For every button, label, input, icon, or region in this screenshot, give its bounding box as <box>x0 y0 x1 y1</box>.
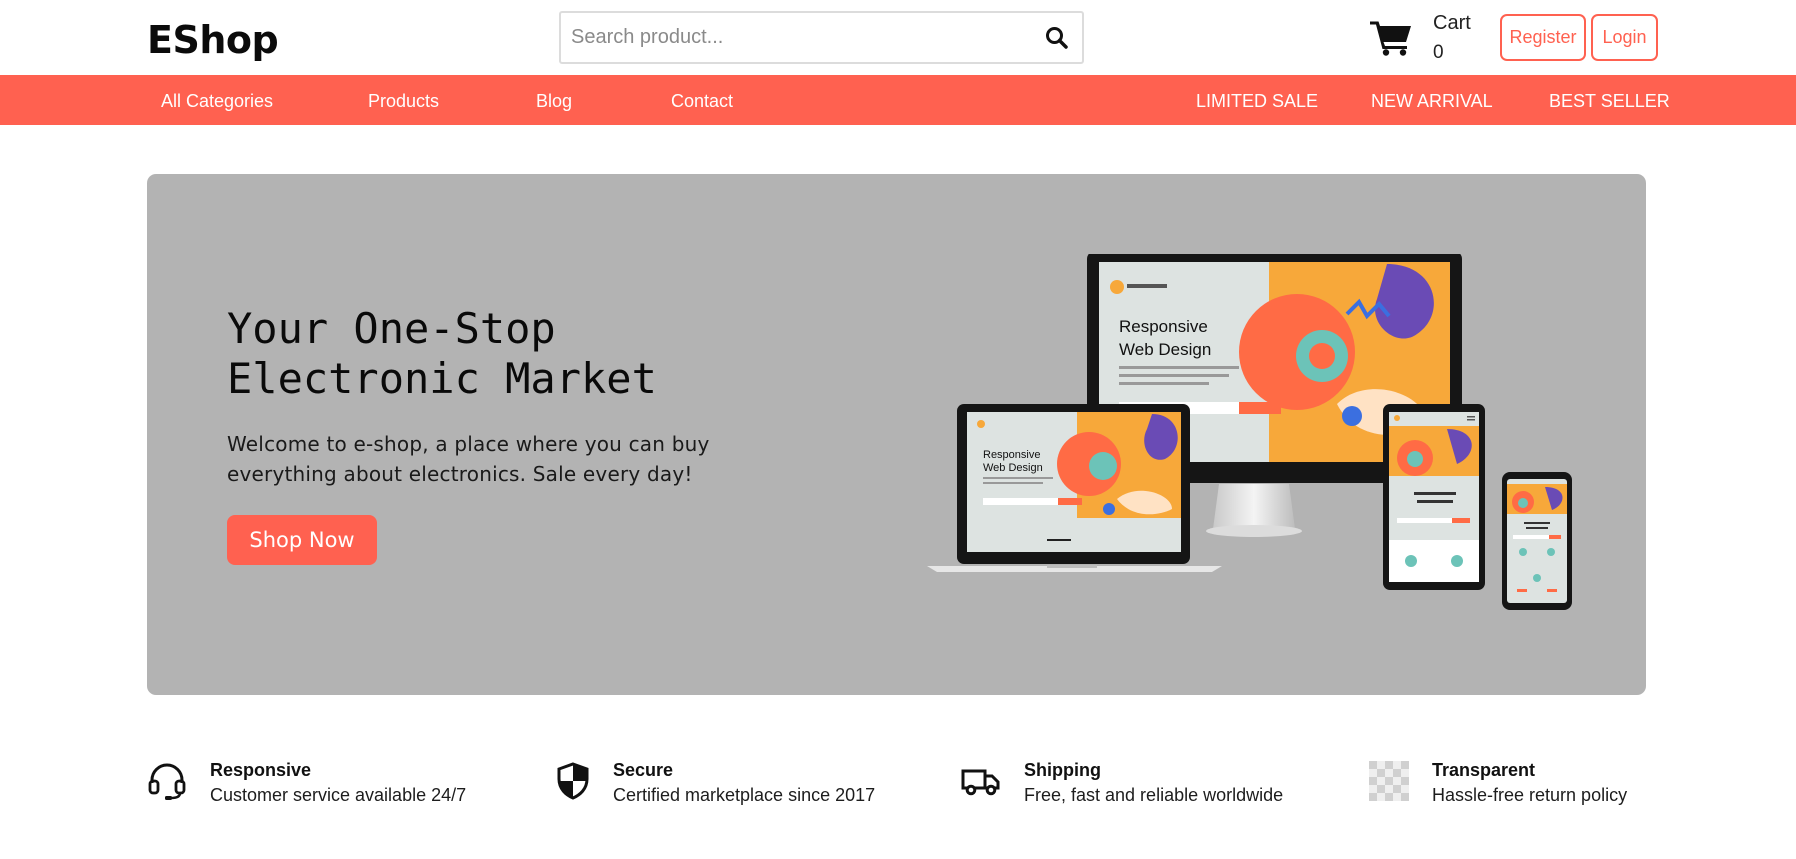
main-nav: All Categories Products Blog Contact LIM… <box>0 75 1796 125</box>
truck-icon <box>961 769 1000 796</box>
nav-item-best-seller[interactable]: BEST SELLER <box>1549 75 1670 125</box>
search-button[interactable] <box>1044 25 1070 51</box>
search-icon <box>1046 27 1068 49</box>
feature-item-secure: Secure Certified marketplace since 2017 <box>553 755 893 815</box>
login-button[interactable]: Login <box>1591 14 1658 61</box>
nav-item-new-arrival[interactable]: NEW ARRIVAL <box>1371 75 1493 125</box>
brand-logo[interactable]: EShop <box>147 18 279 62</box>
cart-button[interactable] <box>1370 20 1412 56</box>
mockup-heading: Web Design <box>1119 340 1211 359</box>
hero-banner: Your One-Stop Electronic Market Welcome … <box>147 174 1646 695</box>
nav-item-products[interactable]: Products <box>368 75 439 125</box>
search-bar <box>559 11 1084 64</box>
hero-title-line: Your One-Stop <box>227 304 556 353</box>
mockup-heading: Web Design <box>983 462 1043 474</box>
tablet <box>1383 404 1485 590</box>
feature-item-shipping: Shipping Free, fast and reliable worldwi… <box>961 755 1301 815</box>
checker-icon <box>1369 761 1409 801</box>
nav-item-blog[interactable]: Blog <box>536 75 572 125</box>
shield-icon <box>557 762 589 800</box>
feature-description: Hassle-free return policy <box>1432 785 1628 805</box>
features-row: Responsive Customer service available 24… <box>0 755 1796 825</box>
search-input[interactable] <box>571 13 1011 62</box>
laptop: Responsive Web Design <box>927 404 1222 572</box>
feature-title: Shipping <box>1024 760 1101 780</box>
hero-description-line: everything about electronics. Sale every… <box>227 462 693 486</box>
nav-item-limited-sale[interactable]: LIMITED SALE <box>1196 75 1318 125</box>
feature-title: Secure <box>613 760 674 780</box>
mockup-heading: Responsive <box>983 449 1040 461</box>
cart-count: 0 <box>1433 42 1444 63</box>
hero-description-line: Welcome to e-shop, a place where you can… <box>227 432 710 456</box>
nav-item-contact[interactable]: Contact <box>671 75 733 125</box>
hero-title: Your One-Stop Electronic Market <box>227 304 657 404</box>
responsive-devices-illustration: Responsive Web Design Responsive Web Des… <box>927 254 1572 610</box>
feature-title: Responsive <box>210 760 312 780</box>
shop-now-button[interactable]: Shop Now <box>227 515 377 565</box>
register-button[interactable]: Register <box>1500 14 1586 61</box>
feature-item-transparent: Transparent Hassle-free return policy <box>1369 755 1669 815</box>
shopping-cart-icon <box>1370 21 1411 56</box>
feature-description: Certified marketplace since 2017 <box>613 785 876 805</box>
nav-item-all-categories[interactable]: All Categories <box>161 75 273 125</box>
feature-title: Transparent <box>1432 760 1536 780</box>
site-header: EShop Cart 0 Register Login <box>0 0 1796 75</box>
feature-item-responsive: Responsive Customer service available 24… <box>147 755 477 815</box>
mockup-heading: Responsive <box>1119 317 1208 336</box>
headset-icon <box>148 763 186 800</box>
cart-label[interactable]: Cart <box>1433 12 1471 35</box>
hero-title-line: Electronic Market <box>227 354 657 403</box>
hero-description: Welcome to e-shop, a place where you can… <box>227 429 747 489</box>
feature-description: Customer service available 24/7 <box>210 785 467 805</box>
feature-description: Free, fast and reliable worldwide <box>1024 785 1284 805</box>
smartphone <box>1502 472 1572 610</box>
